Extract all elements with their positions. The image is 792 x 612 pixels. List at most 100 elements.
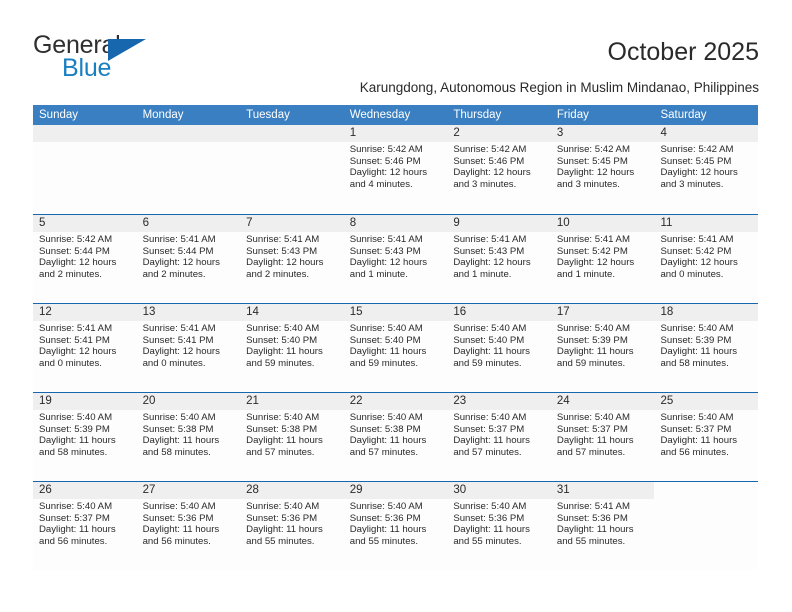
sunset-time: Sunset: 5:36 PM (453, 512, 525, 524)
daylight-duration-line2: and 1 minute. (349, 268, 408, 280)
daylight-duration-line1: Daylight: 12 hours (660, 257, 738, 269)
daylight-duration-line1: Daylight: 12 hours (556, 257, 635, 269)
day-sun-info: Sunrise: 5:40 AM Sunset: 5:37 PM Daylight:… (447, 410, 551, 458)
day-sun-info: Sunrise: 5:42 AM Sunset: 5:44 PM Daylight:… (33, 232, 137, 280)
sunset-time: Sunset: 5:36 PM (556, 512, 628, 524)
calendar-day-cell[interactable]: 4 Sunrise: 5:42 AM Sunset: 5:45 PM Daylight… (654, 125, 759, 214)
daylight-duration-line2: and 55 minutes. (453, 535, 522, 547)
day-sun-info: Sunrise: 5:41 AM Sunset: 5:43 PM Daylight:… (344, 232, 448, 280)
day-sun-info: Sunrise: 5:40 AM Sunset: 5:38 PM Daylight:… (240, 410, 344, 458)
daylight-duration-line1: Daylight: 11 hours (453, 346, 530, 358)
day-number: 17 (556, 306, 570, 318)
calendar-day-cell-empty (33, 125, 137, 214)
day-sun-info: Sunrise: 5:40 AM Sunset: 5:36 PM Daylight:… (344, 499, 448, 547)
calendar-day-cell[interactable]: 2 Sunrise: 5:42 AM Sunset: 5:46 PM Daylight… (447, 125, 551, 214)
calendar-day-cell[interactable]: 26 Sunrise: 5:40 AM Sunset: 5:37 PM Dayligh… (33, 482, 137, 570)
day-number: 31 (556, 484, 570, 496)
calendar-week-row: 1 Sunrise: 5:42 AM Sunset: 5:46 PM Daylight… (33, 125, 759, 214)
calendar-day-cell[interactable]: 14 Sunrise: 5:40 AM Sunset: 5:40 PM Dayligh… (240, 304, 344, 392)
calendar-day-cell[interactable]: 8 Sunrise: 5:41 AM Sunset: 5:43 PM Daylight… (343, 215, 448, 303)
sunset-time: Sunset: 5:37 PM (556, 423, 628, 435)
daylight-duration-line1: Daylight: 12 hours (453, 257, 531, 269)
daylight-duration-line2: and 2 minutes. (246, 268, 310, 280)
calendar-day-cell[interactable]: 30 Sunrise: 5:40 AM Sunset: 5:36 PM Dayligh… (447, 482, 551, 570)
daylight-duration-line2: and 59 minutes. (556, 357, 626, 369)
day-sun-info: Sunrise: 5:42 AM Sunset: 5:46 PM Daylight:… (447, 142, 551, 190)
sunset-time: Sunset: 5:39 PM (39, 423, 110, 435)
calendar-day-cell[interactable]: 11 Sunrise: 5:41 AM Sunset: 5:42 PM Dayligh… (654, 215, 759, 303)
calendar-day-cell[interactable]: 15 Sunrise: 5:40 AM Sunset: 5:40 PM Dayligh… (343, 304, 448, 392)
sunrise-time: Sunrise: 5:41 AM (556, 234, 630, 245)
general-blue-logo[interactable]: General Blue (33, 30, 253, 86)
calendar-day-cell[interactable]: 19 Sunrise: 5:40 AM Sunset: 5:39 PM Dayligh… (33, 393, 137, 481)
day-number: 23 (453, 395, 467, 407)
day-number: 24 (556, 395, 570, 407)
daylight-duration-line1: Daylight: 11 hours (660, 346, 738, 358)
daylight-duration-line1: Daylight: 11 hours (453, 524, 530, 536)
calendar-day-cell[interactable]: 28 Sunrise: 5:40 AM Sunset: 5:36 PM Dayligh… (240, 482, 344, 570)
calendar-day-cell[interactable]: 13 Sunrise: 5:41 AM Sunset: 5:41 PM Dayligh… (136, 304, 241, 392)
day-number: 14 (246, 306, 259, 318)
daylight-duration-line2: and 3 minutes. (556, 178, 620, 190)
calendar-day-cell[interactable]: 16 Sunrise: 5:40 AM Sunset: 5:40 PM Dayligh… (447, 304, 551, 392)
sunset-time: Sunset: 5:40 PM (349, 334, 421, 346)
day-sun-info: Sunrise: 5:40 AM Sunset: 5:38 PM Daylight:… (344, 410, 448, 458)
sunrise-time: Sunrise: 5:40 AM (142, 501, 216, 512)
daylight-duration-line1: Daylight: 11 hours (453, 435, 530, 447)
day-sun-info: Sunrise: 5:40 AM Sunset: 5:39 PM Daylight:… (654, 321, 758, 369)
day-number: 22 (349, 395, 363, 407)
calendar-day-cell[interactable]: 18 Sunrise: 5:40 AM Sunset: 5:39 PM Dayligh… (654, 304, 759, 392)
weekday-header-thursday: Thursday (453, 109, 502, 121)
daylight-duration-line1: Daylight: 12 hours (349, 167, 428, 179)
daylight-duration-line1: Daylight: 12 hours (142, 346, 220, 358)
calendar-day-cell[interactable]: 20 Sunrise: 5:40 AM Sunset: 5:38 PM Dayligh… (136, 393, 241, 481)
calendar-day-cell[interactable]: 17 Sunrise: 5:40 AM Sunset: 5:39 PM Dayligh… (550, 304, 655, 392)
calendar-day-cell[interactable]: 23 Sunrise: 5:40 AM Sunset: 5:37 PM Dayligh… (447, 393, 551, 481)
daylight-duration-line2: and 59 minutes. (453, 357, 522, 369)
calendar-day-cell[interactable]: 31 Sunrise: 5:41 AM Sunset: 5:36 PM Dayligh… (550, 482, 655, 570)
weekday-header-saturday: Saturday (660, 109, 707, 121)
day-number: 19 (39, 395, 52, 407)
calendar-day-cell[interactable]: 9 Sunrise: 5:41 AM Sunset: 5:43 PM Daylight… (447, 215, 551, 303)
day-number: 7 (246, 217, 253, 229)
day-number-band (654, 482, 759, 499)
daylight-duration-line2: and 57 minutes. (556, 446, 626, 458)
sunrise-time: Sunrise: 5:41 AM (453, 234, 527, 245)
day-number-band (136, 125, 241, 142)
sunset-time: Sunset: 5:41 PM (142, 334, 214, 346)
calendar-weeks: 1 Sunrise: 5:42 AM Sunset: 5:46 PM Daylight… (33, 125, 759, 570)
calendar-day-cell[interactable]: 10 Sunrise: 5:41 AM Sunset: 5:42 PM Dayligh… (550, 215, 655, 303)
day-number: 21 (246, 395, 259, 407)
calendar-day-cell[interactable]: 12 Sunrise: 5:41 AM Sunset: 5:41 PM Dayligh… (33, 304, 137, 392)
sunrise-time: Sunrise: 5:40 AM (556, 412, 630, 423)
calendar-day-cell[interactable]: 5 Sunrise: 5:42 AM Sunset: 5:44 PM Daylight… (33, 215, 137, 303)
day-number-band (550, 125, 655, 142)
daylight-duration-line1: Daylight: 11 hours (556, 346, 634, 358)
weekday-header-row: Sunday Monday Tuesday Wednesday Thursday… (33, 105, 758, 125)
calendar-day-cell[interactable]: 24 Sunrise: 5:40 AM Sunset: 5:37 PM Dayligh… (550, 393, 655, 481)
sunset-time: Sunset: 5:42 PM (660, 245, 732, 257)
calendar-day-cell[interactable]: 7 Sunrise: 5:41 AM Sunset: 5:43 PM Daylight… (240, 215, 344, 303)
sunrise-time: Sunrise: 5:42 AM (39, 234, 113, 245)
day-number-band (447, 215, 551, 232)
calendar-day-cell[interactable]: 22 Sunrise: 5:40 AM Sunset: 5:38 PM Dayligh… (343, 393, 448, 481)
calendar-day-cell-empty (136, 125, 241, 214)
calendar-day-cell[interactable]: 6 Sunrise: 5:41 AM Sunset: 5:44 PM Daylight… (136, 215, 241, 303)
day-sun-info: Sunrise: 5:40 AM Sunset: 5:40 PM Daylight:… (240, 321, 344, 369)
calendar-day-cell[interactable]: 3 Sunrise: 5:42 AM Sunset: 5:45 PM Daylight… (550, 125, 655, 214)
day-sun-info: Sunrise: 5:40 AM Sunset: 5:37 PM Daylight:… (33, 499, 137, 547)
calendar-day-cell[interactable]: 29 Sunrise: 5:40 AM Sunset: 5:36 PM Dayligh… (343, 482, 448, 570)
sunset-time: Sunset: 5:46 PM (349, 155, 421, 167)
day-number: 11 (660, 217, 673, 229)
calendar-day-cell[interactable]: 25 Sunrise: 5:40 AM Sunset: 5:37 PM Dayligh… (654, 393, 759, 481)
sunrise-time: Sunrise: 5:42 AM (660, 144, 734, 155)
daylight-duration-line2: and 57 minutes. (246, 446, 315, 458)
day-sun-info: Sunrise: 5:41 AM Sunset: 5:43 PM Daylight:… (240, 232, 344, 280)
weekday-header-monday: Monday (142, 109, 184, 121)
daylight-duration-line1: Daylight: 12 hours (246, 257, 324, 269)
daylight-duration-line1: Daylight: 11 hours (349, 346, 427, 358)
calendar-day-cell[interactable]: 27 Sunrise: 5:40 AM Sunset: 5:36 PM Dayligh… (136, 482, 241, 570)
calendar-day-cell[interactable]: 21 Sunrise: 5:40 AM Sunset: 5:38 PM Dayligh… (240, 393, 344, 481)
daylight-duration-line1: Daylight: 11 hours (142, 524, 220, 536)
calendar-day-cell[interactable]: 1 Sunrise: 5:42 AM Sunset: 5:46 PM Daylight… (343, 125, 448, 214)
